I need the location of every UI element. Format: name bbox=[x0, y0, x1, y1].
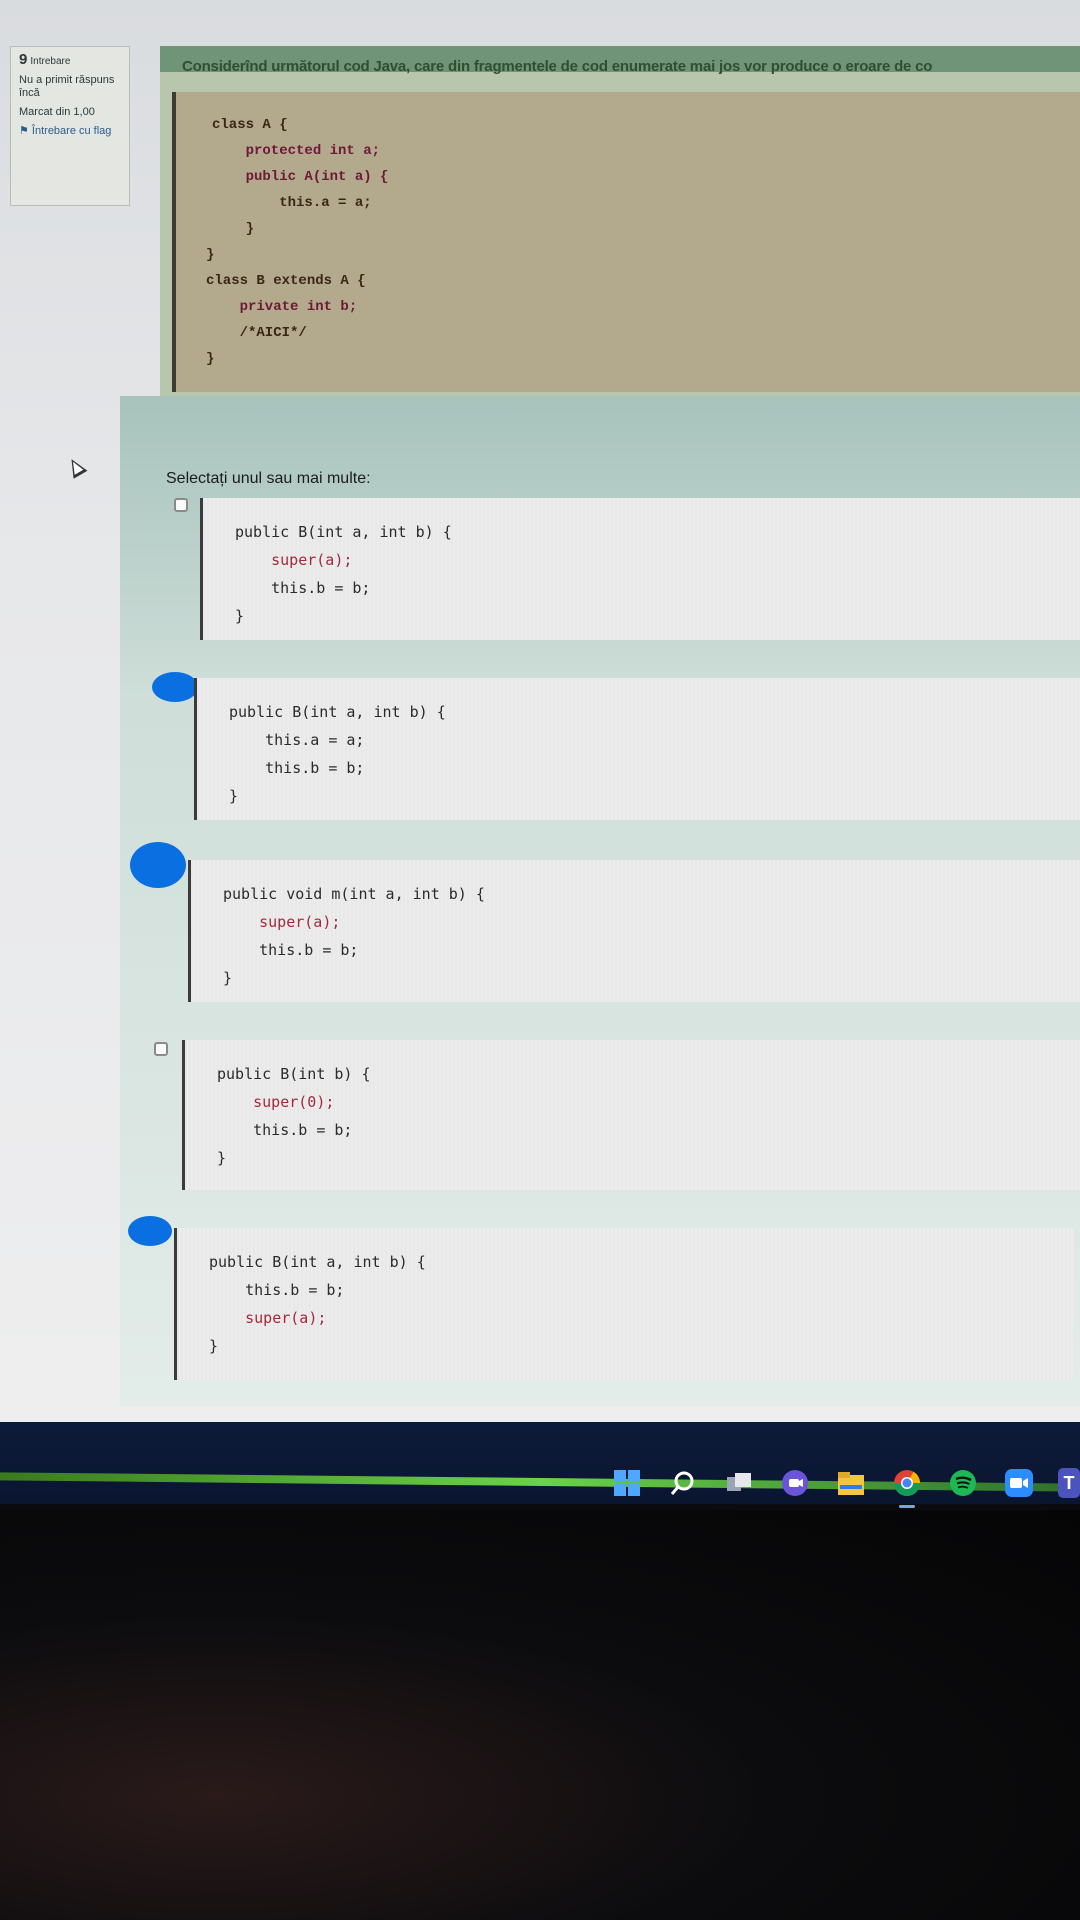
code-line: private int b; bbox=[206, 299, 358, 315]
answer-option-2[interactable]: public B(int a, int b) { this.a = a; thi… bbox=[194, 678, 1080, 820]
question-code-block: class A { protected int a; public A(int … bbox=[172, 92, 1080, 392]
chrome-active-indicator bbox=[899, 1505, 915, 1508]
search-icon[interactable] bbox=[668, 1468, 698, 1498]
answer-option-4[interactable]: public B(int b) { super(0); this.b = b; … bbox=[182, 1040, 1080, 1190]
zoom-icon[interactable] bbox=[1004, 1468, 1034, 1498]
option-line: this.b = b; bbox=[235, 579, 371, 597]
option-line: public B(int a, int b) { bbox=[209, 1253, 426, 1271]
code-line: class A { bbox=[212, 117, 288, 133]
question-number: 9 bbox=[19, 51, 28, 68]
mouse-cursor-icon bbox=[64, 455, 88, 479]
answer-option-3[interactable]: public void m(int a, int b) { super(a); … bbox=[188, 860, 1080, 1002]
option-line: this.b = b; bbox=[217, 1121, 353, 1139]
code-line: } bbox=[206, 351, 215, 367]
answer-option-5[interactable]: public B(int a, int b) { this.b = b; sup… bbox=[174, 1228, 1074, 1380]
option-line: this.b = b; bbox=[223, 941, 359, 959]
task-view-icon[interactable] bbox=[724, 1468, 754, 1498]
option-line: } bbox=[223, 969, 233, 987]
option-line: } bbox=[217, 1149, 227, 1167]
option-line: public B(int a, int b) { bbox=[235, 523, 452, 541]
monitor-bezel-background bbox=[0, 1510, 1080, 1920]
option-line: public B(int a, int b) { bbox=[229, 703, 446, 721]
teams-icon-letter: T bbox=[1063, 1472, 1075, 1493]
code-line: this.a = a; bbox=[212, 195, 372, 211]
option-line: this.b = b; bbox=[229, 759, 365, 777]
windows-start-icon[interactable] bbox=[612, 1468, 642, 1498]
option-line: this.a = a; bbox=[229, 731, 365, 749]
option-5-marker-blob[interactable] bbox=[128, 1216, 172, 1246]
option-line: super(0); bbox=[217, 1093, 335, 1111]
option-line: public B(int b) { bbox=[217, 1065, 371, 1083]
code-line: class B extends A { bbox=[206, 273, 366, 289]
file-explorer-icon[interactable] bbox=[836, 1468, 866, 1498]
option-line: super(a); bbox=[235, 551, 353, 569]
option-line: } bbox=[229, 787, 239, 805]
option-line: } bbox=[209, 1337, 219, 1355]
monitor-screen: 9 Intrebare Nu a primit răspuns încă Mar… bbox=[0, 0, 1080, 1422]
option-line: public void m(int a, int b) { bbox=[223, 885, 485, 903]
option-1-checkbox[interactable] bbox=[174, 498, 188, 512]
code-line: /*AICI*/ bbox=[206, 325, 307, 341]
spotify-icon[interactable] bbox=[948, 1468, 978, 1498]
teams-icon[interactable]: T bbox=[1058, 1468, 1080, 1498]
chrome-icon[interactable] bbox=[892, 1468, 922, 1498]
flag-label: Întrebare cu flag bbox=[31, 125, 112, 137]
code-line: } bbox=[206, 247, 215, 263]
flag-question-link[interactable]: ⚑ Întrebare cu flag bbox=[19, 125, 121, 138]
code-line: protected int a; bbox=[212, 143, 381, 159]
chat-icon[interactable] bbox=[780, 1468, 810, 1498]
option-4-checkbox[interactable] bbox=[154, 1042, 168, 1056]
option-2-marker-blob[interactable] bbox=[152, 672, 198, 702]
code-line: public A(int a) { bbox=[212, 169, 389, 185]
answer-option-1[interactable]: public B(int a, int b) { super(a); this.… bbox=[200, 498, 1080, 640]
question-info-box: 9 Intrebare Nu a primit răspuns încă Mar… bbox=[10, 46, 130, 206]
question-title: Considerînd următorul cod Java, care din… bbox=[182, 58, 933, 75]
option-line: } bbox=[235, 607, 245, 625]
answer-status: Nu a primit răspuns încă bbox=[19, 74, 115, 99]
option-line: super(a); bbox=[223, 913, 341, 931]
code-line: } bbox=[212, 221, 255, 237]
question-word: Intrebare bbox=[30, 56, 71, 67]
option-3-marker-blob[interactable] bbox=[130, 842, 186, 888]
question-mark: Marcat din 1,00 bbox=[19, 106, 95, 118]
select-prompt: Selectați unul sau mai multe: bbox=[166, 470, 371, 487]
option-line: this.b = b; bbox=[209, 1281, 345, 1299]
option-line: super(a); bbox=[209, 1309, 327, 1327]
